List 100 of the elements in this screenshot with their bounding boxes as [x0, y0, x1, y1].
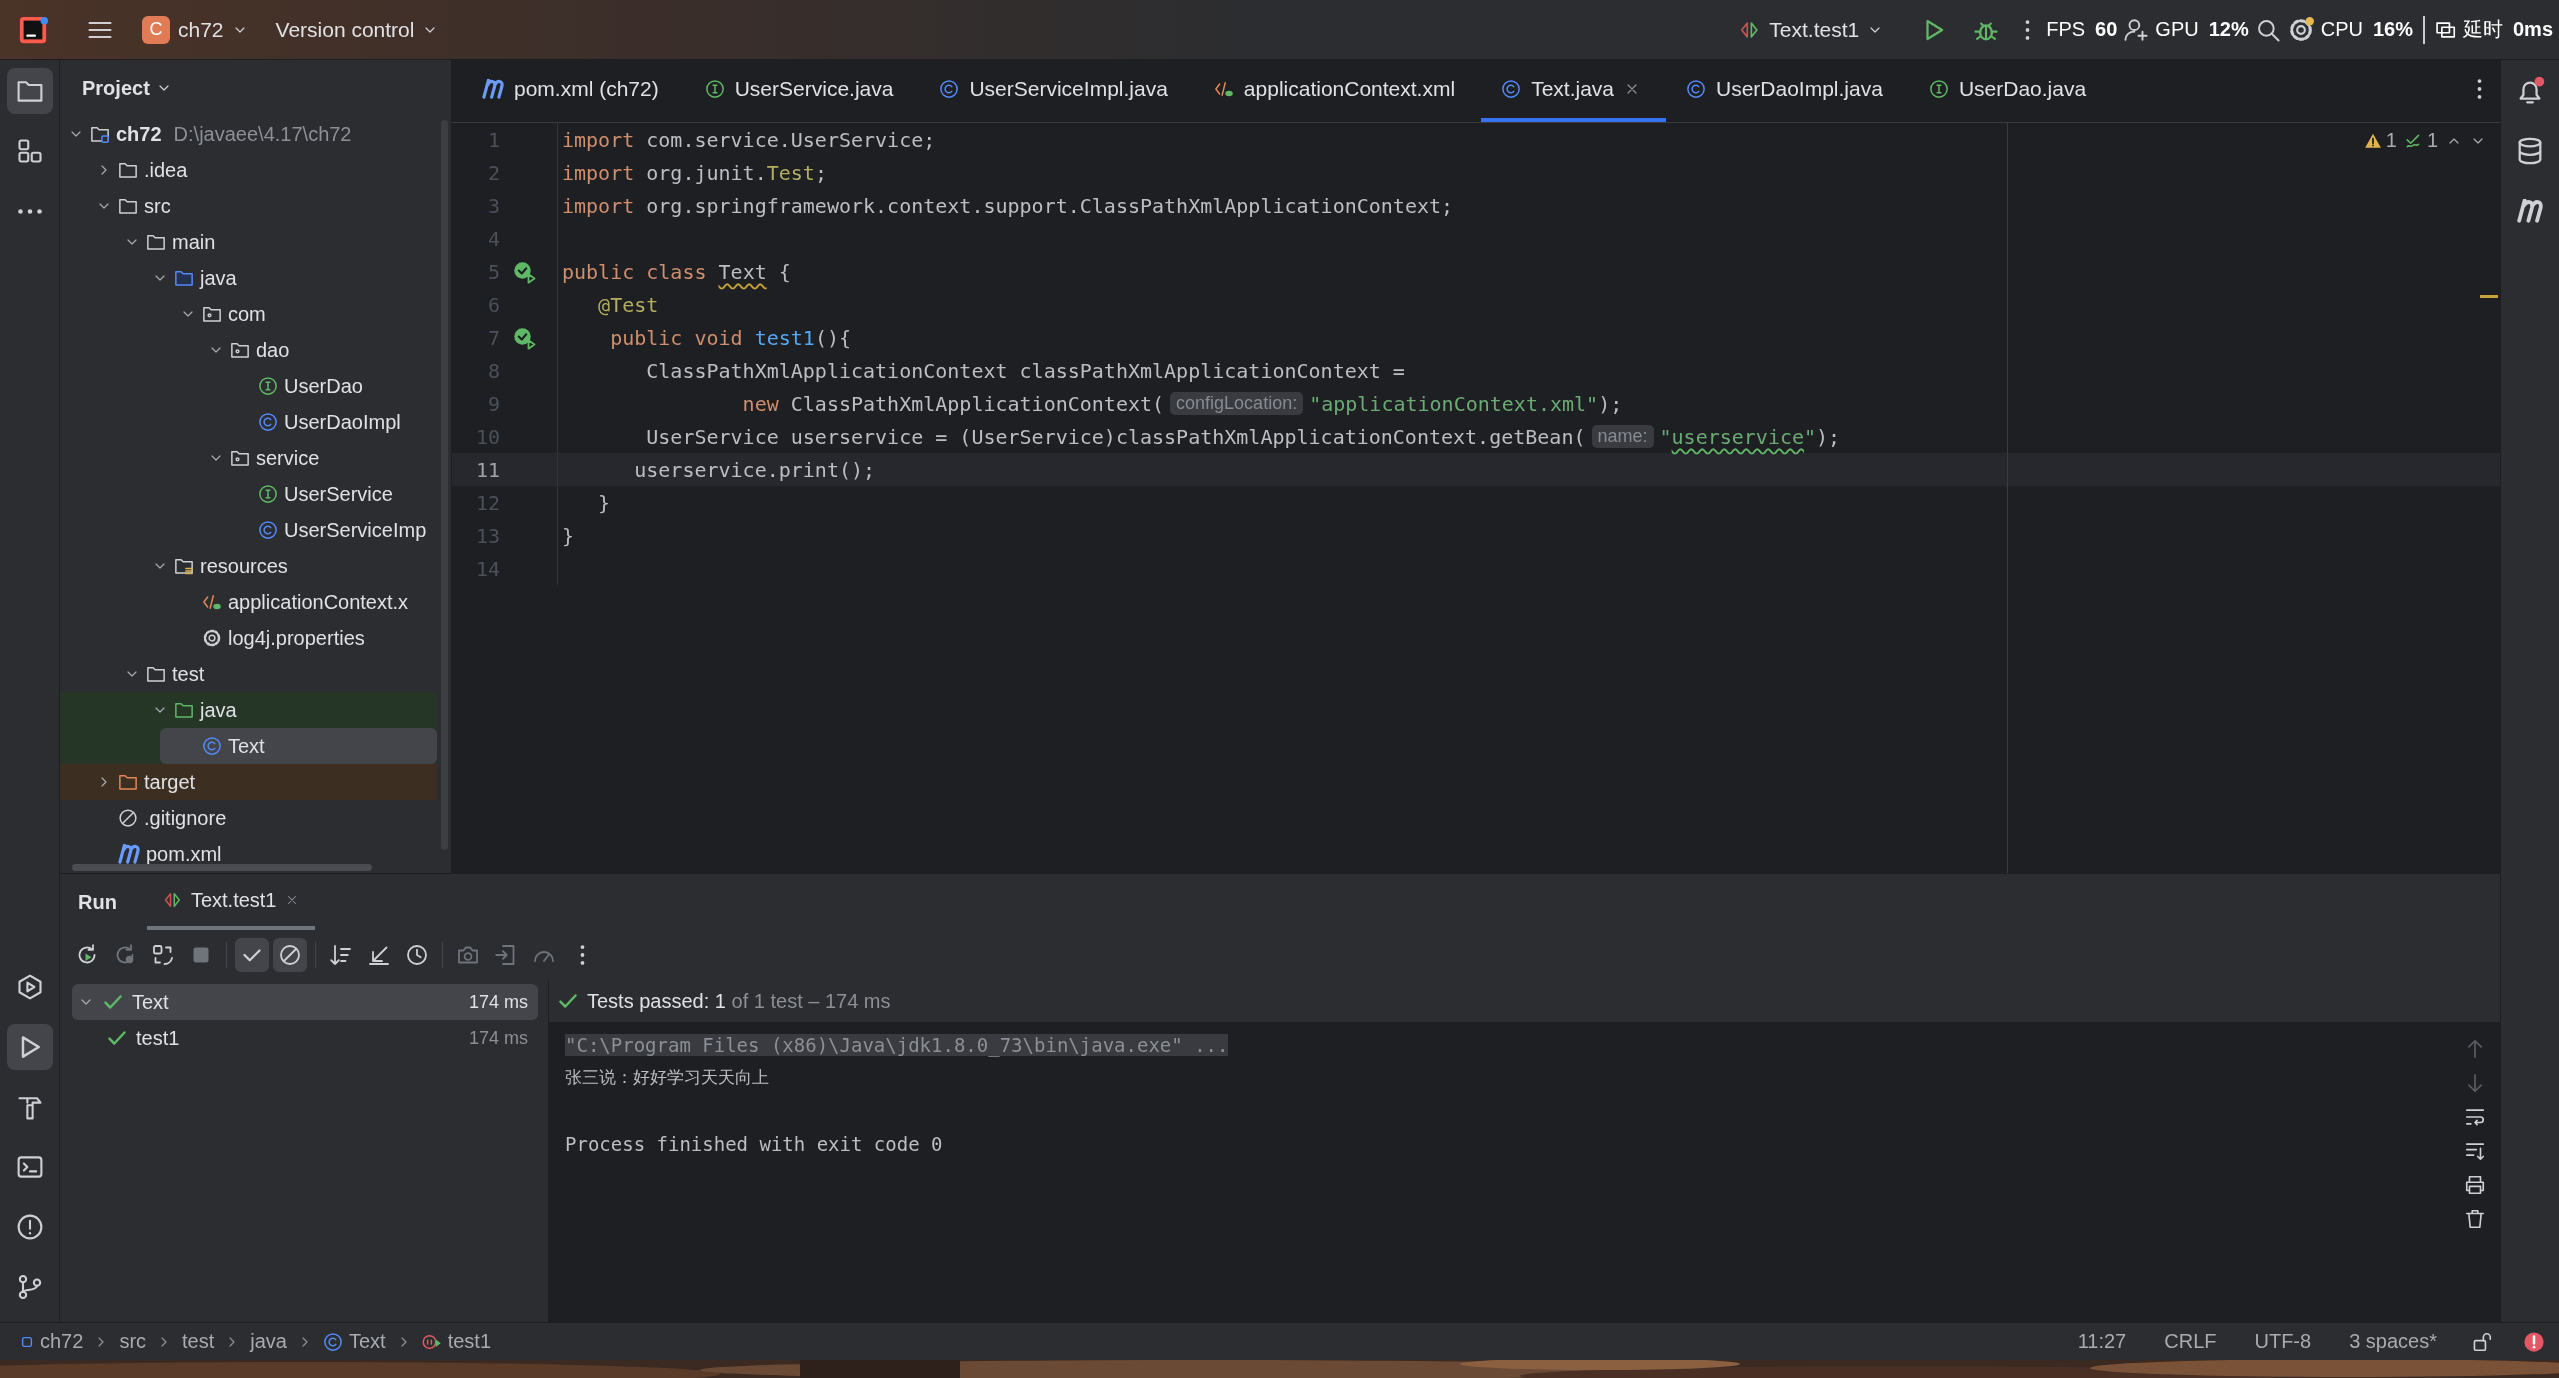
- tree-item[interactable]: ch72 D:\javaee\4.17\ch72: [68, 116, 437, 152]
- toolbar-button[interactable]: [235, 938, 269, 972]
- tree-item[interactable]: UserDaoImpl: [236, 404, 437, 440]
- editor-tab[interactable]: pom.xml (ch72): [462, 60, 685, 122]
- class-icon: [323, 1331, 343, 1352]
- test-config-icon: [162, 890, 183, 910]
- run-tab[interactable]: Text.test1: [146, 874, 315, 930]
- line-number: 11: [474, 457, 501, 482]
- wrap-icon[interactable]: [2464, 1106, 2486, 1128]
- add-person-icon[interactable]: [2123, 16, 2150, 43]
- run-test-icon[interactable]: [512, 259, 536, 284]
- code-line: }: [597, 490, 611, 515]
- tool-window-button[interactable]: [6, 68, 53, 114]
- package-icon: [230, 448, 250, 468]
- m-icon: [482, 79, 504, 99]
- tree-item[interactable]: com: [180, 296, 437, 332]
- prohibited-icon: [118, 808, 138, 828]
- code-text: "applicationContext.xml");: [1309, 391, 1623, 416]
- run-config-selector[interactable]: Text.test1: [1729, 11, 1894, 48]
- tree-item[interactable]: java: [152, 260, 437, 296]
- code-line: import com.service.UserService;: [561, 127, 936, 152]
- breadcrumb[interactable]: test1: [417, 1328, 496, 1355]
- editor-tab[interactable]: UserDao.java: [1908, 60, 2113, 122]
- folder-icon: [174, 268, 194, 288]
- perf-readout: GPU 12%: [2155, 18, 2249, 41]
- xml-icon: [1213, 79, 1234, 99]
- tree-item[interactable]: pom.xml: [96, 836, 437, 872]
- tree-item[interactable]: .gitignore: [96, 800, 437, 836]
- tool-window-button[interactable]: [6, 1024, 53, 1070]
- lock-icon[interactable]: [2471, 1330, 2493, 1353]
- line-separator[interactable]: CRLF: [2160, 1328, 2221, 1355]
- project-badge: C: [142, 15, 170, 44]
- print-icon[interactable]: [2464, 1174, 2486, 1196]
- sort-icon: [329, 943, 353, 967]
- editor-tab[interactable]: UserDaoImpl.java: [1666, 60, 1909, 122]
- file-encoding[interactable]: UTF-8: [2250, 1328, 2316, 1355]
- vcs-menu[interactable]: Version control: [265, 11, 449, 48]
- class-icon: [939, 79, 960, 99]
- tree-item[interactable]: UserService: [236, 476, 437, 512]
- check-count[interactable]: 1: [2404, 129, 2438, 152]
- interface-icon: [1928, 79, 1949, 99]
- tree-item[interactable]: log4j.properties: [180, 620, 437, 656]
- tree-item[interactable]: main: [124, 224, 437, 260]
- warning-count[interactable]: 1: [2363, 129, 2397, 152]
- auto-rerun-icon: [151, 943, 175, 967]
- tree-item[interactable]: test: [124, 656, 437, 692]
- breadcrumb[interactable]: Text: [319, 1328, 390, 1355]
- breadcrumb[interactable]: test: [178, 1328, 219, 1355]
- perf-readout: 延时 0ms: [2462, 17, 2553, 42]
- error-icon[interactable]: [2523, 1330, 2545, 1353]
- test-tree-item[interactable]: test1 174 ms: [72, 1020, 538, 1056]
- tree-item[interactable]: resources: [152, 548, 437, 584]
- more-icon: [2025, 19, 2031, 40]
- warning-circle-icon: [15, 1213, 44, 1241]
- breadcrumb[interactable]: src: [115, 1328, 151, 1355]
- editor-tab[interactable]: applicationContext.xml: [1193, 60, 1482, 122]
- services-icon: [15, 973, 44, 1001]
- tree-item[interactable]: UserDao: [236, 368, 437, 404]
- editor-tab[interactable]: Text.java: [1481, 60, 1666, 122]
- tree-item[interactable]: src: [96, 188, 437, 224]
- code-line: }: [561, 523, 575, 548]
- indent-setting[interactable]: 3 spaces*: [2345, 1328, 2441, 1355]
- gear-icon: [202, 628, 222, 648]
- more-icon: [579, 945, 585, 965]
- tree-item[interactable]: .idea: [96, 152, 437, 188]
- tree-item[interactable]: dao: [208, 332, 437, 368]
- perf-readout: FPS 60: [2046, 18, 2118, 41]
- caret-position[interactable]: 11:27: [2073, 1328, 2131, 1355]
- tree-item[interactable]: UserServiceImp: [236, 512, 437, 548]
- app-logo-icon[interactable]: [18, 14, 48, 45]
- run-test-icon[interactable]: [512, 325, 536, 350]
- prohibited-icon: [278, 943, 302, 967]
- breadcrumb[interactable]: ch72: [16, 1328, 88, 1355]
- package-icon: [230, 340, 250, 360]
- test-summary: Tests passed: 1 of 1 test – 174 ms: [587, 989, 891, 1013]
- more-icon: [17, 208, 42, 214]
- tree-item[interactable]: Text: [160, 728, 437, 764]
- scroll-end-icon[interactable]: [2464, 1140, 2486, 1162]
- console-line: Process finished with exit code 0: [565, 1132, 943, 1155]
- tree-item[interactable]: applicationContext.x: [180, 584, 437, 620]
- class-icon: [202, 736, 222, 756]
- tree-item[interactable]: service: [208, 440, 437, 476]
- scrollbar[interactable]: [72, 864, 372, 871]
- class-icon: [258, 412, 278, 432]
- folder-icon: [118, 160, 138, 180]
- test-tree-item[interactable]: Text 174 ms: [72, 984, 538, 1020]
- code-text: UserService userservice = (UserService)classPathXmlApplicationContext.getBean(: [645, 424, 1586, 449]
- toolbar-button[interactable]: [273, 938, 307, 972]
- more-icon: [2477, 79, 2482, 99]
- project-view-selector[interactable]: Project: [78, 72, 176, 104]
- editor-tab[interactable]: UserService.java: [684, 60, 920, 122]
- class-icon: [258, 520, 278, 540]
- interface-icon: [258, 376, 278, 396]
- code-line: userservice.print();: [633, 457, 876, 482]
- trash-icon[interactable]: [2464, 1208, 2486, 1230]
- folder-icon: [146, 232, 166, 252]
- folder-icon: [146, 664, 166, 684]
- editor-tab[interactable]: UserServiceImpl.java: [919, 60, 1194, 122]
- breadcrumb[interactable]: java: [246, 1328, 291, 1355]
- project-switcher[interactable]: C ch72: [132, 9, 258, 50]
